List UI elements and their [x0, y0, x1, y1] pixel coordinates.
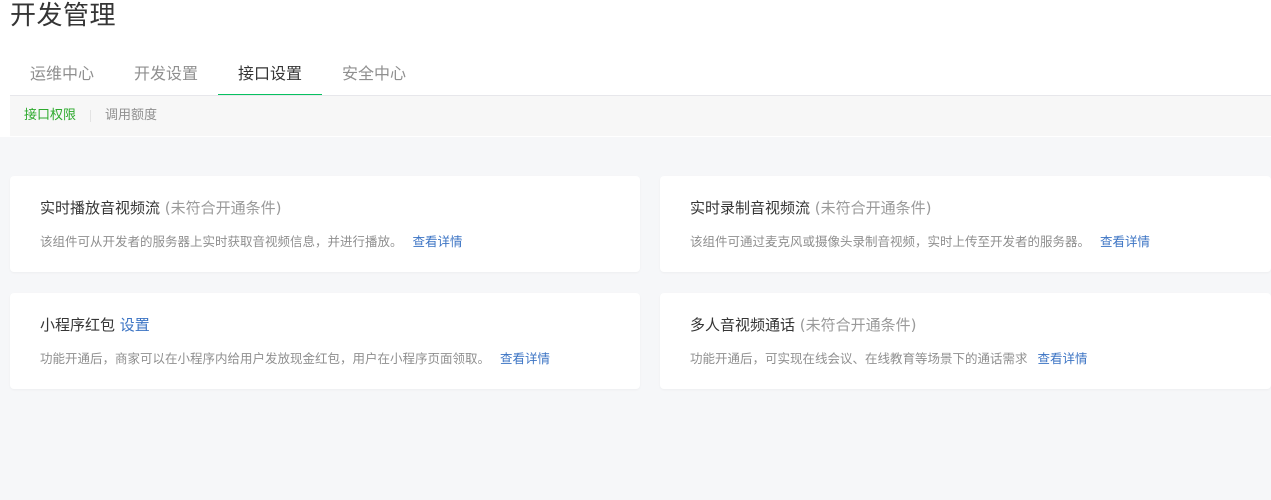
sub-tabs: 接口权限 调用额度: [10, 96, 1271, 136]
card-title: 小程序红包 设置: [40, 313, 150, 337]
view-details-link[interactable]: 查看详情: [500, 351, 550, 366]
tab-dev-settings[interactable]: 开发设置: [114, 53, 218, 95]
card-title-text: 实时播放音视频流: [40, 199, 161, 217]
card-description: 功能开通后，商家可以在小程序内给用户发放现金红包，用户在小程序页面领取。 查看详…: [40, 349, 550, 369]
main-tabs: 运维中心 开发设置 接口设置 安全中心: [10, 53, 426, 96]
view-details-link[interactable]: 查看详情: [1038, 351, 1088, 366]
card-description: 该组件可从开发者的服务器上实时获取音视频信息，并进行播放。 查看详情: [40, 232, 463, 252]
card-settings-link[interactable]: 设置: [120, 316, 150, 334]
card-title: 多人音视频通话 (未符合开通条件): [690, 313, 917, 337]
card-description-text: 功能开通后，商家可以在小程序内给用户发放现金红包，用户在小程序页面领取。: [40, 351, 491, 366]
subtab-separator: [90, 110, 92, 122]
view-details-link[interactable]: 查看详情: [1100, 234, 1150, 249]
subtab-call-quota[interactable]: 调用额度: [105, 106, 157, 126]
card-description: 该组件可通过麦克风或摄像头录制音视频，实时上传至开发者的服务器。 查看详情: [690, 232, 1150, 252]
card-status: (未符合开通条件): [814, 199, 932, 217]
card-live-record: 实时录制音视频流 (未符合开通条件) 该组件可通过麦克风或摄像头录制音视频，实时…: [660, 176, 1271, 272]
card-title-text: 多人音视频通话: [690, 316, 796, 334]
tab-ops-center[interactable]: 运维中心: [10, 53, 114, 95]
card-title: 实时录制音视频流 (未符合开通条件): [690, 196, 932, 220]
card-description-text: 该组件可通过麦克风或摄像头录制音视频，实时上传至开发者的服务器。: [690, 234, 1091, 249]
view-details-link[interactable]: 查看详情: [413, 234, 463, 249]
card-description: 功能开通后，可实现在线会议、在线教育等场景下的通话需求 查看详情: [690, 349, 1088, 369]
card-status: (未符合开通条件): [164, 199, 282, 217]
tab-security-center[interactable]: 安全中心: [322, 53, 426, 95]
card-status: (未符合开通条件): [799, 316, 917, 334]
card-description-text: 该组件可从开发者的服务器上实时获取音视频信息，并进行播放。: [40, 234, 403, 249]
card-live-play: 实时播放音视频流 (未符合开通条件) 该组件可从开发者的服务器上实时获取音视频信…: [10, 176, 640, 272]
tab-api-settings[interactable]: 接口设置: [218, 53, 323, 96]
subtab-api-permissions[interactable]: 接口权限: [24, 106, 76, 126]
card-title-text: 实时录制音视频流: [690, 199, 811, 217]
page-title: 开发管理: [10, 1, 117, 31]
card-red-packet: 小程序红包 设置 功能开通后，商家可以在小程序内给用户发放现金红包，用户在小程序…: [10, 293, 640, 389]
card-title: 实时播放音视频流 (未符合开通条件): [40, 196, 282, 220]
card-description-text: 功能开通后，可实现在线会议、在线教育等场景下的通话需求: [690, 351, 1028, 366]
card-multi-call: 多人音视频通话 (未符合开通条件) 功能开通后，可实现在线会议、在线教育等场景下…: [660, 293, 1271, 389]
card-title-text: 小程序红包: [40, 316, 116, 334]
page-header: 开发管理 运维中心 开发设置 接口设置 安全中心 接口权限 调用额度: [0, 0, 1271, 137]
